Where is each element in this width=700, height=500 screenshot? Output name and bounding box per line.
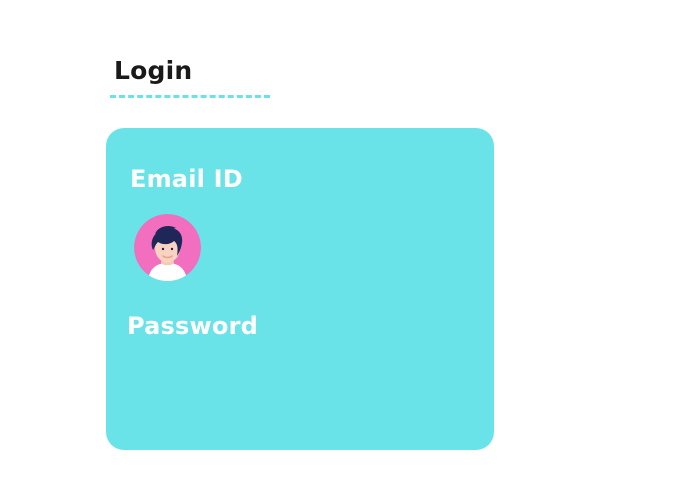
login-title: Login [114, 56, 193, 85]
email-label: Email ID [130, 165, 243, 193]
user-avatar-icon [134, 214, 201, 281]
login-card: Email ID Password [106, 128, 494, 450]
password-label: Password [127, 312, 258, 340]
title-underline [110, 95, 270, 98]
